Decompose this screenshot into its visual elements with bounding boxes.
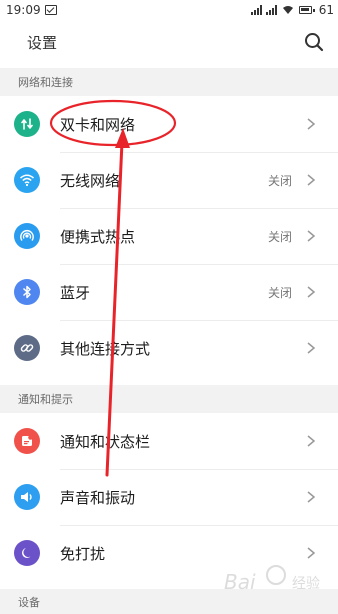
section-header-device: 设备 bbox=[0, 589, 338, 614]
item-label: 免打扰 bbox=[60, 545, 106, 563]
app-header: 设置 bbox=[0, 22, 338, 62]
item-status: 关闭 bbox=[267, 174, 292, 188]
status-right: 61 bbox=[250, 3, 334, 17]
dual-sim-icon bbox=[14, 111, 40, 137]
item-label: 声音和振动 bbox=[60, 489, 136, 507]
item-label: 无线网络 bbox=[60, 172, 121, 190]
status-left: 19:09 bbox=[6, 3, 57, 17]
settings-item-sound[interactable]: 声音和振动 bbox=[0, 470, 338, 526]
signal-icon bbox=[250, 5, 262, 15]
chevron-right-icon bbox=[307, 174, 316, 186]
battery-level: 61 bbox=[318, 3, 334, 17]
section-header-notifications: 通知和提示 bbox=[0, 385, 338, 413]
section-title: 通知和提示 bbox=[18, 393, 73, 406]
section-title: 网络和连接 bbox=[18, 76, 73, 89]
settings-item-wifi[interactable]: 无线网络 关闭 bbox=[0, 153, 338, 209]
signal-icon bbox=[265, 5, 277, 15]
link-icon bbox=[14, 335, 40, 361]
sound-icon bbox=[14, 484, 40, 510]
clock: 19:09 bbox=[6, 3, 41, 17]
bluetooth-icon bbox=[14, 279, 40, 305]
page-title: 设置 bbox=[27, 33, 58, 52]
item-status: 关闭 bbox=[267, 230, 292, 244]
hotspot-icon bbox=[14, 223, 40, 249]
item-label: 其他连接方式 bbox=[60, 340, 151, 358]
wifi-icon bbox=[14, 167, 40, 193]
search-icon[interactable] bbox=[304, 32, 324, 52]
settings-item-hotspot[interactable]: 便携式热点 关闭 bbox=[0, 209, 338, 265]
notification-icon bbox=[14, 428, 40, 454]
item-label: 便携式热点 bbox=[60, 228, 136, 246]
chevron-right-icon bbox=[307, 230, 316, 242]
settings-item-dual-sim[interactable]: 双卡和网络 bbox=[0, 97, 338, 153]
status-bar: 19:09 61 bbox=[0, 0, 338, 20]
section-header-network: 网络和连接 bbox=[0, 68, 338, 96]
item-status: 关闭 bbox=[267, 286, 292, 300]
item-label: 蓝牙 bbox=[60, 284, 91, 302]
message-icon bbox=[44, 5, 57, 15]
chevron-right-icon bbox=[307, 118, 316, 130]
section-title: 设备 bbox=[18, 595, 40, 609]
item-label: 通知和状态栏 bbox=[60, 433, 151, 451]
moon-icon bbox=[14, 540, 40, 566]
chevron-right-icon bbox=[307, 342, 316, 354]
settings-item-bluetooth[interactable]: 蓝牙 关闭 bbox=[0, 265, 338, 321]
battery-icon bbox=[298, 6, 315, 14]
chevron-right-icon bbox=[307, 491, 316, 503]
settings-item-do-not-disturb[interactable]: 免打扰 bbox=[0, 526, 338, 582]
chevron-right-icon bbox=[307, 435, 316, 447]
chevron-right-icon bbox=[307, 547, 316, 559]
settings-item-notification-bar[interactable]: 通知和状态栏 bbox=[0, 414, 338, 470]
chevron-right-icon bbox=[307, 286, 316, 298]
settings-item-other-connections[interactable]: 其他连接方式 bbox=[0, 321, 338, 377]
wifi-icon bbox=[282, 6, 293, 14]
item-label: 双卡和网络 bbox=[60, 116, 136, 134]
